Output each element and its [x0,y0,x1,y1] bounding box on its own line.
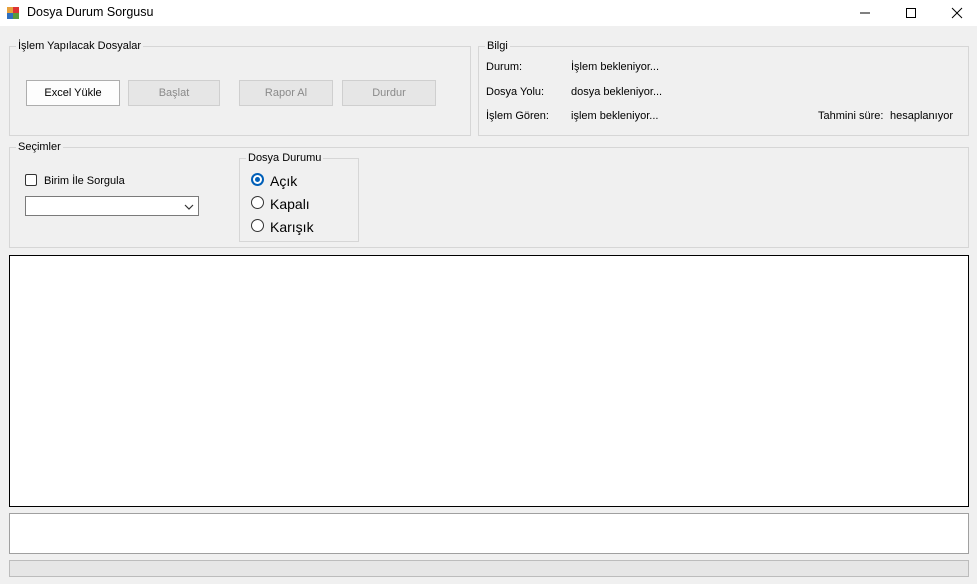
minimize-button[interactable] [842,0,888,26]
status-value: İşlem bekleniyor... [571,61,660,73]
eta-value: hesaplanıyor [890,110,953,122]
report-button[interactable]: Rapor Al [239,80,333,106]
info-group-legend: Bilgi [487,40,508,52]
radio-open-label: Açık [270,173,298,189]
radio-mixed-label: Karışık [270,219,314,235]
minimize-icon [860,12,870,14]
output-textarea[interactable] [9,255,969,507]
status-label: Durum: [486,61,523,73]
radio-closed-label: Kapalı [270,196,310,212]
maximize-button[interactable] [888,0,934,26]
radio-closed[interactable] [251,196,264,209]
path-label: Dosya Yolu: [486,86,545,98]
app-icon [7,7,19,19]
close-button[interactable] [934,0,977,26]
unit-select[interactable] [25,196,199,216]
processed-value: işlem bekleniyor... [571,110,659,122]
progress-bar [9,560,969,577]
unit-query-checkbox[interactable] [25,174,37,186]
chevron-down-icon [184,204,194,210]
files-group-legend: İşlem Yapılacak Dosyalar [18,40,142,52]
radio-open[interactable] [251,173,264,186]
path-value: dosya bekleniyor... [571,86,663,98]
processed-label: İşlem Gören: [486,110,549,122]
close-icon [951,7,963,19]
excel-upload-button[interactable]: Excel Yükle [26,80,120,106]
options-group: Seçimler [9,141,969,248]
radio-mixed[interactable] [251,219,264,232]
options-group-legend: Seçimler [18,141,61,153]
file-status-legend: Dosya Durumu [248,152,322,164]
log-textbox[interactable] [9,513,969,554]
window-title: Dosya Durum Sorgusu [27,5,154,19]
eta-label: Tahmini süre: [818,110,884,122]
unit-query-label: Birim İle Sorgula [44,175,125,187]
maximize-icon [906,8,916,18]
stop-button[interactable]: Durdur [342,80,436,106]
start-button[interactable]: Başlat [128,80,220,106]
